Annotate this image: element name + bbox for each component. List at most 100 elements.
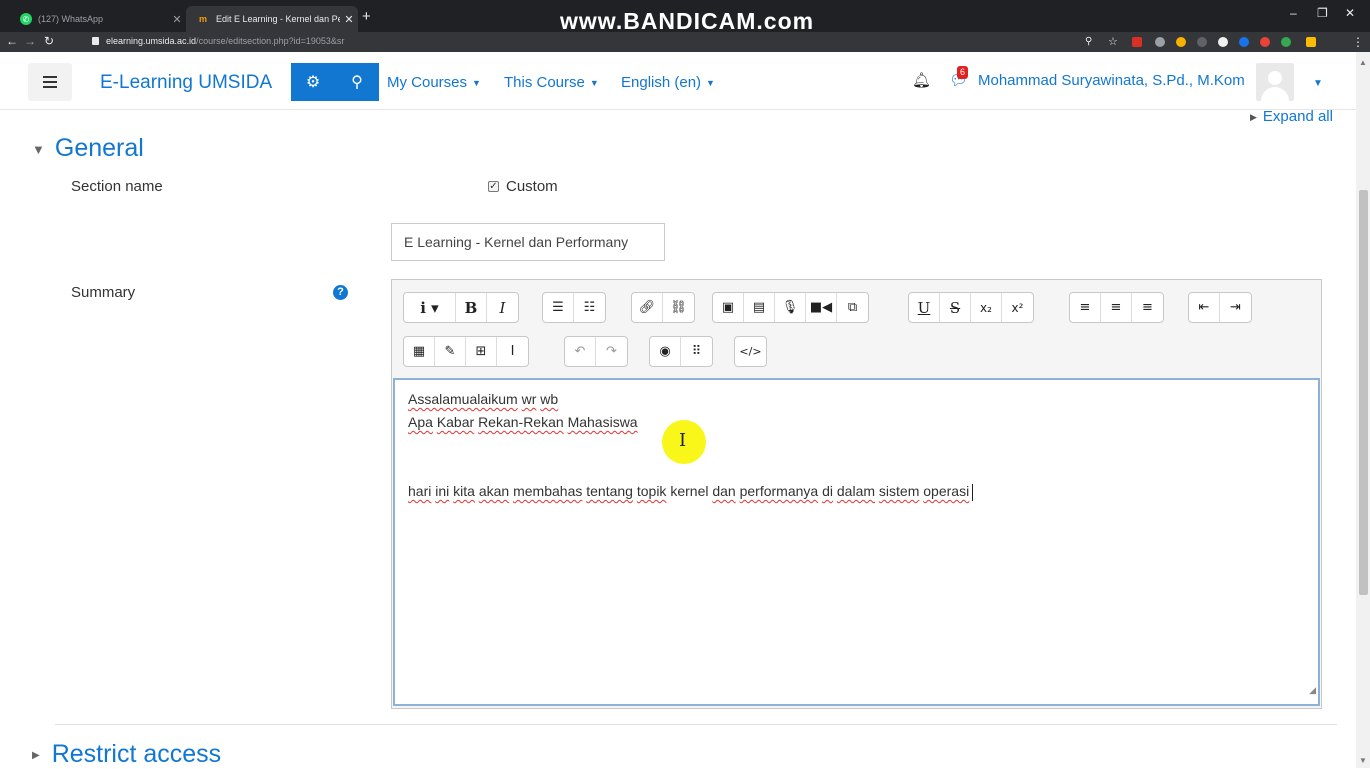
section-name-input[interactable]: E Learning - Kernel dan Performany: [391, 223, 665, 261]
italic-button[interactable]: I: [487, 293, 518, 322]
editor-word: Assalamualaikum: [408, 391, 518, 407]
editor-line: hari ini kita akan membahas tentang topi…: [408, 480, 1305, 503]
menu-my-courses[interactable]: My Courses ▼: [387, 74, 481, 91]
editor-word: Kabar: [436, 414, 475, 430]
user-menu-caret-icon[interactable]: ▼: [1313, 78, 1323, 89]
expand-all-label: Expand all: [1262, 108, 1333, 125]
browser-menu-icon[interactable]: ⋮: [1352, 35, 1364, 49]
admin-gears-icon[interactable]: ⚙: [291, 63, 335, 101]
close-tab-icon[interactable]: ✕: [340, 13, 358, 26]
toolbar-group: ◉ ⠿: [649, 336, 713, 367]
indent-icon[interactable]: ⇥: [1220, 293, 1251, 322]
microphone-icon[interactable]: 🎙︎: [775, 293, 806, 322]
menu-label: My Courses: [387, 74, 468, 91]
bell-icon[interactable]: 🔔︎: [912, 71, 931, 89]
custom-checkbox[interactable]: ✓ Custom: [488, 178, 558, 195]
toolbar-group: i ▾ B I: [403, 292, 519, 323]
browser-tab-whatsapp[interactable]: ✆ (127) WhatsApp ✕: [10, 6, 186, 32]
outdent-icon[interactable]: ⇤: [1189, 293, 1220, 322]
numbered-list-icon[interactable]: ☷: [574, 293, 605, 322]
align-right-icon[interactable]: ≡: [1132, 293, 1163, 322]
extension-icon[interactable]: [1155, 37, 1165, 47]
section-title: Restrict access: [51, 740, 222, 768]
screenreader-icon[interactable]: ⠿: [681, 337, 712, 366]
extension-icon[interactable]: [1306, 37, 1316, 47]
zoom-icon[interactable]: ⚲: [1085, 36, 1092, 47]
close-tab-icon[interactable]: ✕: [168, 13, 186, 26]
toolbar-group: U S x₂ x²: [908, 292, 1034, 323]
back-arrow-icon[interactable]: ←: [6, 34, 18, 48]
editor-word: tentang: [586, 483, 633, 499]
bandicam-watermark: www.BANDICAM.com: [560, 8, 815, 34]
extension-icon[interactable]: [1132, 37, 1142, 47]
extension-icon[interactable]: [1197, 37, 1207, 47]
notification-badge: 6: [957, 66, 968, 79]
table-icon[interactable]: ⊞: [466, 337, 497, 366]
section-general-header[interactable]: ▼ General: [32, 134, 144, 163]
bookmark-star-icon[interactable]: ☆: [1108, 35, 1118, 48]
editor-word: topik: [636, 483, 667, 499]
hamburger-menu-icon[interactable]: [28, 63, 72, 101]
superscript-button[interactable]: x²: [1002, 293, 1033, 322]
underline-button[interactable]: U: [909, 293, 940, 322]
menu-label: This Course: [504, 74, 585, 91]
editor-word: kita: [453, 483, 475, 499]
unlink-icon[interactable]: ⛓: [663, 293, 694, 322]
caret-down-icon: ▼: [706, 78, 715, 89]
link-icon[interactable]: 🔗︎: [632, 293, 663, 322]
extension-icon[interactable]: [1260, 37, 1270, 47]
media-icon[interactable]: ▤: [744, 293, 775, 322]
user-name[interactable]: Mohammad Suryawinata, S.Pd., M.Kom: [978, 72, 1245, 89]
clear-formatting-icon[interactable]: Ι: [497, 337, 528, 366]
align-left-icon[interactable]: ≡: [1070, 293, 1101, 322]
resize-handle-icon[interactable]: ◢: [1309, 679, 1316, 702]
avatar[interactable]: [1256, 63, 1294, 101]
toolbar-group: ▦ ✎ ⊞ Ι: [403, 336, 529, 367]
scroll-up-icon[interactable]: ▲: [1359, 58, 1367, 67]
redo-icon[interactable]: ↷: [596, 337, 627, 366]
equation-icon[interactable]: ▦: [404, 337, 435, 366]
editor-word: Apa: [408, 414, 433, 430]
manage-files-icon[interactable]: ⧉: [837, 293, 868, 322]
url-field[interactable]: elearning.umsida.ac.id/course/editsectio…: [106, 36, 344, 46]
section-title: General: [54, 134, 144, 162]
site-navbar: E-Learning UMSIDA ⚙ ⚲ My Courses ▼ This C…: [0, 52, 1370, 110]
scroll-down-icon[interactable]: ▼: [1359, 756, 1367, 765]
page-scrollbar-thumb[interactable]: [1359, 190, 1368, 595]
paragraph-style-button[interactable]: i ▾: [404, 293, 456, 322]
bullet-list-icon[interactable]: ☰: [543, 293, 574, 322]
bold-button[interactable]: B: [456, 293, 487, 322]
new-tab-button[interactable]: +: [362, 8, 371, 25]
extension-icon[interactable]: [1218, 37, 1228, 47]
checkbox-checked-icon[interactable]: ✓: [488, 181, 499, 192]
search-key-icon[interactable]: ⚲: [335, 63, 379, 101]
extension-icon[interactable]: [1239, 37, 1249, 47]
section-restrict-access-header[interactable]: ▶ Restrict access: [32, 740, 221, 769]
menu-this-course[interactable]: This Course ▼: [504, 74, 599, 91]
editor-content-area[interactable]: Assalamualaikum wr wb Apa Kabar Rekan-Re…: [393, 378, 1320, 706]
maximize-button[interactable]: ❐: [1317, 6, 1328, 20]
html-code-icon[interactable]: </>: [735, 337, 766, 366]
editor-word: dan: [712, 483, 736, 499]
extension-icon[interactable]: [1176, 37, 1186, 47]
menu-language[interactable]: English (en) ▼: [621, 74, 715, 91]
subscript-button[interactable]: x₂: [971, 293, 1002, 322]
help-icon[interactable]: ?: [333, 285, 348, 300]
accessibility-icon[interactable]: ◉: [650, 337, 681, 366]
forward-arrow-icon[interactable]: →: [24, 34, 36, 48]
browser-tab-edit-elearning[interactable]: m Edit E Learning - Kernel dan Perf ✕: [186, 6, 358, 32]
reload-icon[interactable]: ↻: [44, 34, 54, 48]
expand-all-link[interactable]: ▶ Expand all: [1250, 108, 1333, 125]
special-character-icon[interactable]: ✎: [435, 337, 466, 366]
site-brand[interactable]: E-Learning UMSIDA: [100, 72, 272, 94]
extension-icon[interactable]: [1281, 37, 1291, 47]
undo-icon[interactable]: ↶: [565, 337, 596, 366]
align-center-icon[interactable]: ≡: [1101, 293, 1132, 322]
video-camera-icon[interactable]: ■◀: [806, 293, 837, 322]
toolbar-group: 🔗︎ ⛓: [631, 292, 695, 323]
minimize-button[interactable]: –: [1290, 6, 1297, 20]
toolbar-group: ▣ ▤ 🎙︎ ■◀ ⧉: [712, 292, 869, 323]
close-window-button[interactable]: ✕: [1345, 6, 1355, 20]
strikethrough-button[interactable]: S: [940, 293, 971, 322]
image-icon[interactable]: ▣: [713, 293, 744, 322]
